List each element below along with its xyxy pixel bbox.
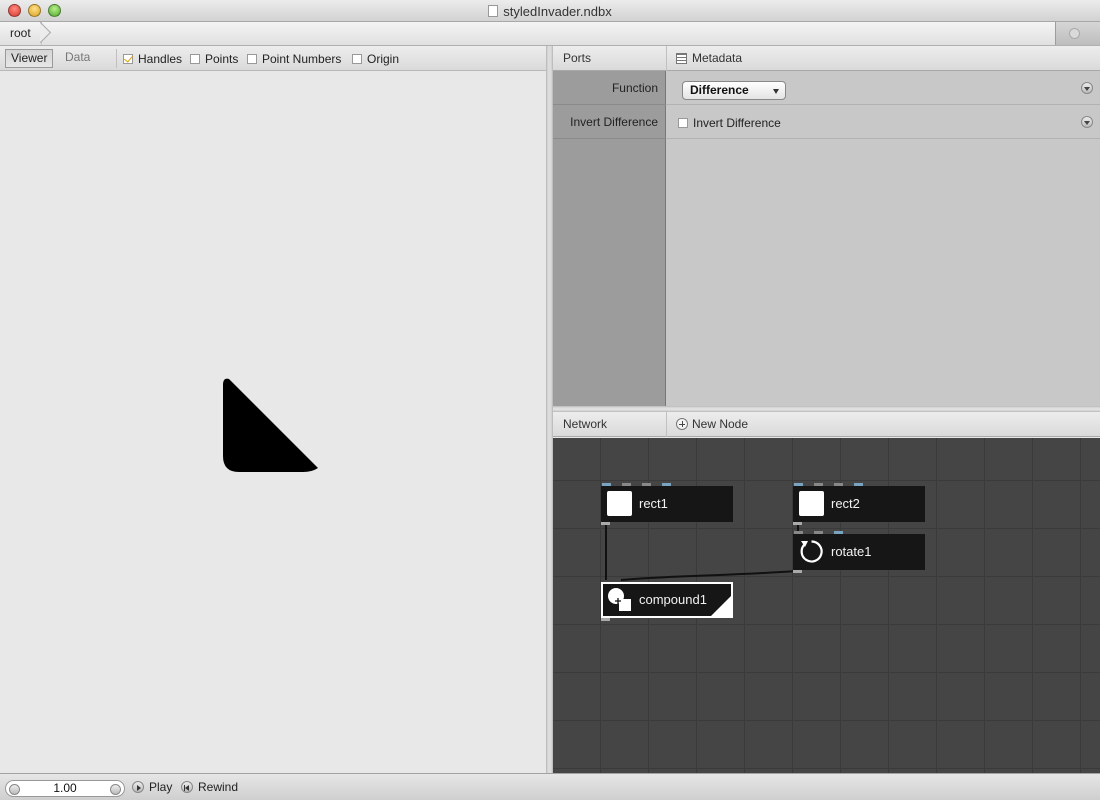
rendered-flag-icon [711, 596, 731, 616]
points-label: Points [205, 52, 239, 66]
network-label: Network [563, 417, 608, 431]
invert-difference-check-icon[interactable] [678, 118, 688, 128]
points-checkbox[interactable]: Points [190, 52, 238, 66]
point-numbers-label: Point Numbers [262, 52, 342, 66]
metadata-button[interactable]: Metadata [692, 46, 742, 71]
invert-difference-checkbox[interactable]: Invert Difference [678, 116, 781, 130]
output-port[interactable] [793, 522, 802, 525]
viewer-toolbar: Viewer Data Handles Points Point Numbers… [0, 46, 546, 71]
port-menu-icon[interactable] [1081, 82, 1093, 94]
input-port[interactable] [814, 483, 823, 486]
frame-field[interactable]: 1.00 [5, 780, 125, 797]
document-icon [488, 5, 499, 17]
play-icon[interactable] [132, 781, 144, 793]
viewer-shape-svg [223, 378, 318, 472]
frame-value[interactable]: 1.00 [53, 781, 76, 795]
toolbar-divider [116, 49, 117, 68]
window-title: styledInvader.ndbx [0, 4, 1100, 19]
breadcrumb-root[interactable]: root [0, 22, 42, 45]
node-rect2[interactable]: rect2 [793, 483, 925, 525]
network-header: Network New Node [553, 412, 1100, 437]
handles-checkbox[interactable]: Handles [123, 52, 182, 66]
origin-checkbox[interactable]: Origin [352, 52, 399, 66]
point-numbers-checkbox[interactable]: Point Numbers [247, 52, 341, 66]
port-label-function: Function [553, 71, 666, 105]
frame-decrement-icon[interactable] [9, 784, 20, 795]
tab-viewer[interactable]: Viewer [5, 49, 54, 68]
input-port[interactable] [622, 483, 631, 486]
rewind-label: Rewind [198, 780, 239, 794]
add-icon[interactable] [676, 418, 688, 430]
rect-icon [799, 491, 824, 516]
function-select[interactable]: Difference [682, 81, 786, 100]
play-label: Play [149, 780, 173, 794]
network-canvas[interactable]: rect1 rect2 rotate1 compound1 [553, 438, 1100, 773]
node-rotate1[interactable]: rotate1 [793, 531, 925, 573]
output-port[interactable] [793, 570, 802, 573]
metadata-icon[interactable] [676, 53, 687, 64]
handles-check-icon[interactable] [123, 54, 133, 64]
breadcrumb: root [0, 22, 1100, 46]
port-row-invert-difference: Invert Difference Invert Difference [553, 105, 1100, 139]
compound-icon [608, 588, 631, 611]
node-compound1[interactable]: compound1 [601, 582, 733, 621]
node-label: rotate1 [831, 544, 872, 559]
output-port[interactable] [601, 522, 610, 525]
node-label: compound1 [639, 592, 707, 607]
header-divider [666, 412, 667, 437]
invert-difference-checkbox-label: Invert Difference [693, 116, 781, 130]
input-port[interactable] [794, 531, 803, 534]
tab-data[interactable]: Data [60, 49, 95, 68]
points-check-icon[interactable] [190, 54, 200, 64]
rendered-shape [223, 378, 318, 472]
rewind-icon[interactable] [181, 781, 193, 793]
output-port[interactable] [601, 618, 610, 621]
input-port[interactable] [814, 531, 823, 534]
new-node-button[interactable]: New Node [692, 412, 748, 437]
node-label: rect1 [639, 496, 668, 511]
input-port[interactable] [602, 483, 611, 486]
frame-increment-icon[interactable] [110, 784, 121, 795]
viewer-canvas[interactable] [0, 72, 546, 772]
rewind-button[interactable]: Rewind [181, 780, 238, 794]
port-menu-icon[interactable] [1081, 116, 1093, 128]
panel-splitter-vertical[interactable] [546, 46, 553, 773]
rotate-icon [800, 540, 823, 563]
origin-check-icon[interactable] [352, 54, 362, 64]
play-button[interactable]: Play [132, 780, 172, 794]
port-label-invert-difference: Invert Difference [553, 105, 666, 139]
port-row-function: Function Difference [553, 71, 1100, 105]
node-rect1[interactable]: rect1 [601, 483, 733, 525]
ports-panel: Function Difference Invert Difference In… [553, 71, 1100, 407]
progress-indicator [1055, 22, 1100, 45]
handles-label: Handles [138, 52, 183, 66]
input-port[interactable] [794, 483, 803, 486]
window-title-text: styledInvader.ndbx [503, 4, 612, 19]
header-divider [666, 46, 667, 71]
point-numbers-check-icon[interactable] [247, 54, 257, 64]
progress-spinner-icon [1069, 28, 1080, 39]
ports-tab[interactable]: Ports [563, 46, 591, 71]
playback-bar: 1.00 Play Rewind [0, 773, 1100, 800]
ports-header: Ports Metadata [553, 46, 1100, 71]
origin-label: Origin [367, 52, 400, 66]
node-label: rect2 [831, 496, 860, 511]
rect-icon [607, 491, 632, 516]
connection-rotate1-compound1 [620, 570, 799, 581]
title-bar: styledInvader.ndbx [0, 0, 1100, 22]
